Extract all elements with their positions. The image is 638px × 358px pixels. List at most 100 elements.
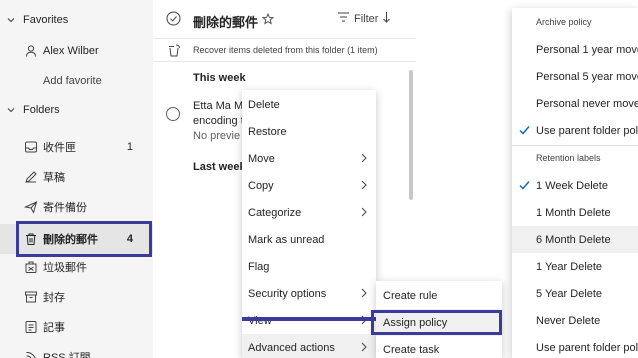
- favorites-header[interactable]: Favorites: [0, 5, 153, 35]
- message-select-radio[interactable]: [166, 107, 180, 121]
- rss-icon: [24, 350, 38, 358]
- menu-divider: [512, 145, 638, 146]
- menu-item-label: Delete: [248, 98, 280, 111]
- unread-count: 4: [126, 233, 133, 245]
- menu-item-advanced-actions[interactable]: Advanced actions: [242, 334, 376, 358]
- archive-policy-header: Archive policy: [536, 17, 592, 27]
- folder-item-sent[interactable]: 寄件備份: [0, 192, 153, 222]
- submenu-item-assign-policy[interactable]: Assign policy: [376, 309, 502, 336]
- policy-item-label: Personal 5 year move: [536, 70, 638, 83]
- policy-item-label: 1 Month Delete: [536, 206, 611, 219]
- filter-button[interactable]: Filter: [337, 11, 391, 26]
- policy-item-label: Never Delete: [536, 314, 601, 327]
- add-favorite-label: Add favorite: [43, 75, 102, 87]
- menu-item-copy[interactable]: Copy: [242, 172, 376, 199]
- folder-item-archive[interactable]: 封存: [0, 282, 153, 312]
- submenu-item-label: Create rule: [383, 289, 438, 302]
- folder-item-notes[interactable]: 記事: [0, 312, 153, 342]
- folder-title: 刪除的郵件: [193, 15, 259, 30]
- message-sender: Etta Ma M: [193, 100, 244, 112]
- policy-item-personal-5-year-move[interactable]: Personal 5 year move: [512, 63, 638, 90]
- submenu-item-create-task[interactable]: Create task: [376, 336, 502, 358]
- menu-item-label: Restore: [248, 125, 287, 138]
- policy-item-personal-1-year-move[interactable]: Personal 1 year move: [512, 36, 638, 63]
- favorite-label: Alex Wilber: [43, 45, 99, 57]
- folder-item-drafts[interactable]: 草稿: [0, 162, 153, 192]
- menu-item-label: Move: [248, 152, 275, 165]
- add-favorite-link[interactable]: Add favorite: [0, 66, 153, 96]
- folder-label: 垃圾郵件: [43, 262, 87, 274]
- menu-item-security-options[interactable]: Security options: [242, 280, 376, 307]
- filter-label: Filter: [354, 12, 379, 25]
- pencil-icon: [24, 170, 38, 184]
- recover-items-link[interactable]: Recover items deleted from this folder (…: [193, 45, 378, 55]
- folder-item-junk[interactable]: 垃圾郵件: [0, 252, 153, 282]
- menu-item-label: Security options: [248, 287, 327, 300]
- folder-item-deleted[interactable]: 刪除的郵件 4: [0, 224, 153, 254]
- menu-item-mark-unread[interactable]: Mark as unread: [242, 226, 376, 253]
- recover-items-bar[interactable]: Recover items deleted from this folder (…: [153, 38, 416, 62]
- group-header-this-week: This week: [193, 72, 246, 84]
- retention-item-1-month-delete[interactable]: 1 Month Delete: [512, 199, 638, 226]
- menu-item-label: Copy: [248, 179, 274, 192]
- retention-item-use-parent[interactable]: Use parent folder polic: [512, 334, 638, 358]
- menu-item-delete[interactable]: Delete: [242, 91, 376, 118]
- folder-label: RSS 訂閱: [43, 352, 91, 358]
- folder-label: 草稿: [43, 172, 65, 184]
- policy-item-personal-never-move[interactable]: Personal never move t: [512, 90, 638, 117]
- retention-item-6-month-delete[interactable]: 6 Month Delete: [512, 226, 638, 253]
- folder-item-rss[interactable]: RSS 訂閱: [0, 342, 153, 358]
- policy-item-label: Personal never move t: [536, 97, 638, 110]
- submenu-item-create-rule[interactable]: Create rule: [376, 282, 502, 309]
- menu-item-move[interactable]: Move: [242, 145, 376, 172]
- menu-item-restore[interactable]: Restore: [242, 118, 376, 145]
- retention-item-5-year-delete[interactable]: 5 Year Delete: [512, 280, 638, 307]
- chevron-right-icon: [360, 207, 368, 220]
- star-icon[interactable]: [261, 12, 275, 28]
- submenu-item-label: Assign policy: [383, 316, 448, 329]
- select-all-checkbox[interactable]: [166, 11, 181, 29]
- message-preview: No previe: [193, 130, 241, 142]
- submenu-item-label: Create task: [383, 343, 440, 356]
- send-icon: [24, 200, 38, 214]
- folder-pane: Favorites Alex Wilber Add favorite Folde…: [0, 0, 153, 358]
- trash-icon: [24, 232, 38, 246]
- folder-item-inbox[interactable]: 收件匣 1: [0, 132, 153, 162]
- retention-item-1-year-delete[interactable]: 1 Year Delete: [512, 253, 638, 280]
- chevron-right-icon: [360, 288, 368, 301]
- chevron-right-icon: [360, 180, 368, 193]
- menu-item-label: Mark as unread: [248, 233, 325, 246]
- folder-label: 封存: [43, 292, 65, 304]
- retention-labels-header: Retention labels: [536, 153, 601, 163]
- policy-item-label: Use parent folder polic: [536, 124, 638, 137]
- favorite-item-alex-wilber[interactable]: Alex Wilber: [0, 36, 153, 66]
- policy-item-use-parent-archive[interactable]: Use parent folder polic: [512, 117, 638, 144]
- checkmark-icon: [519, 125, 530, 138]
- folders-header[interactable]: Folders: [0, 95, 153, 125]
- policy-item-label: Personal 1 year move: [536, 43, 638, 56]
- policy-item-label: 6 Month Delete: [536, 233, 611, 246]
- inbox-icon: [24, 140, 38, 154]
- retention-item-1-week-delete[interactable]: 1 Week Delete: [512, 172, 638, 199]
- folder-label: 寄件備份: [43, 202, 87, 214]
- policy-item-label: Use parent folder polic: [536, 341, 638, 354]
- person-icon: [24, 44, 38, 58]
- policy-item-label: 5 Year Delete: [536, 287, 603, 300]
- favorites-label: Favorites: [23, 14, 69, 26]
- advanced-actions-submenu: Create rule Assign policy Create task: [376, 281, 502, 358]
- menu-item-categorize[interactable]: Categorize: [242, 199, 376, 226]
- assign-policy-menu: Archive policy Personal 1 year move Pers…: [512, 8, 638, 358]
- checkmark-icon: [519, 180, 530, 193]
- retention-item-never-delete[interactable]: Never Delete: [512, 307, 638, 334]
- menu-item-flag[interactable]: Flag: [242, 253, 376, 280]
- policy-item-label: 1 Week Delete: [536, 179, 608, 192]
- chevron-right-icon: [360, 342, 368, 355]
- sort-arrow-icon: [382, 11, 391, 26]
- annotation-underline: [242, 317, 376, 321]
- scrollbar[interactable]: [409, 70, 413, 200]
- recover-icon: [167, 44, 181, 60]
- folder-label: 收件匣: [43, 142, 76, 154]
- list-header: 刪除的郵件 Filter: [153, 0, 416, 38]
- unread-count: 1: [126, 141, 133, 153]
- filter-icon: [337, 11, 350, 26]
